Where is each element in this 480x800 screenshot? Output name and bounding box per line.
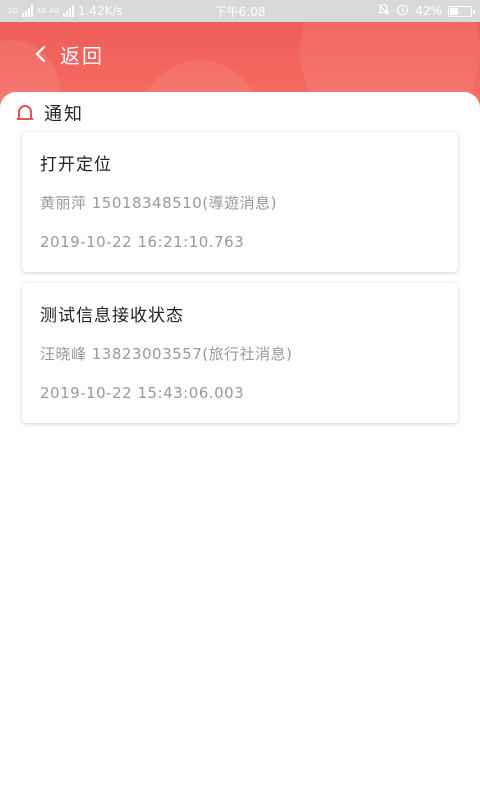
- notification-time: 2019-10-22 15:43:06.003: [40, 384, 245, 402]
- signal-icon-2: [62, 5, 74, 17]
- notification-icon: [16, 105, 34, 120]
- back-button[interactable]: 返回: [60, 40, 104, 69]
- notification-card[interactable]: 打开定位 黄丽萍 15018348510(導遊消息) 2019-10-22 16…: [22, 132, 458, 272]
- status-bar: 2G 4G 4G 1.42K/s 下午6:08 42%: [0, 0, 480, 22]
- signal-icon: [21, 5, 33, 17]
- section-title: 通知: [44, 104, 84, 125]
- network-speed: 1.42K/s: [77, 4, 123, 18]
- notification-sender: 汪晓峰 13823003557(旅行社消息): [40, 345, 293, 363]
- mute-icon: [377, 3, 390, 19]
- back-chevron-icon[interactable]: [30, 44, 50, 64]
- notification-title: 测试信息接收状态: [40, 306, 184, 326]
- notification-sender: 黄丽萍 15018348510(導遊消息): [40, 194, 277, 212]
- battery-icon: [448, 5, 475, 17]
- network-type-label-2: 4G 4G: [36, 6, 59, 15]
- network-type-label: 2G: [8, 6, 18, 15]
- notification-title: 打开定位: [40, 155, 112, 175]
- battery-percent: 42%: [415, 4, 442, 18]
- alarm-icon: [396, 3, 409, 19]
- notification-card[interactable]: 测试信息接收状态 汪晓峰 13823003557(旅行社消息) 2019-10-…: [22, 283, 458, 423]
- content-sheet: 通知 打开定位 黄丽萍 15018348510(導遊消息) 2019-10-22…: [0, 92, 480, 800]
- section-header: 通知: [16, 100, 84, 126]
- notification-time: 2019-10-22 16:21:10.763: [40, 233, 245, 251]
- nav-bar: 返回: [0, 34, 480, 74]
